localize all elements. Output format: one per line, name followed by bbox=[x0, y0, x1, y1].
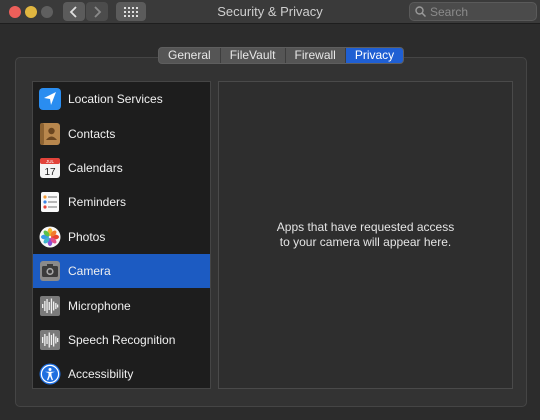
sidebar-item-label: Location Services bbox=[68, 92, 163, 107]
sidebar-item-accessibility[interactable]: Accessibility bbox=[33, 357, 210, 388]
calendar-icon-day: 17 bbox=[44, 167, 56, 178]
sidebar-item-label: Speech Recognition bbox=[68, 332, 176, 347]
sidebar-item-contacts[interactable]: Contacts bbox=[33, 116, 210, 150]
search-field[interactable]: Search bbox=[409, 2, 537, 21]
calendar-icon: JUL 17 bbox=[38, 156, 62, 180]
sidebar-item-location-services[interactable]: Location Services bbox=[33, 82, 210, 116]
sidebar-item-calendars[interactable]: JUL 17 Calendars bbox=[33, 151, 210, 185]
sidebar-item-label: Calendars bbox=[68, 160, 123, 175]
sidebar-item-microphone[interactable]: Microphone bbox=[33, 288, 210, 322]
photos-flower-icon bbox=[38, 225, 62, 249]
sidebar-item-label: Accessibility bbox=[68, 367, 134, 382]
privacy-category-list[interactable]: Location Services Contacts JUL 17 Calenda… bbox=[32, 81, 211, 389]
empty-state-message: Apps that have requested access to your … bbox=[219, 220, 512, 250]
camera-icon bbox=[38, 259, 62, 283]
empty-state-line-2: to your camera will appear here. bbox=[279, 235, 452, 249]
sidebar-item-label: Photos bbox=[68, 229, 106, 244]
tab-general[interactable]: General bbox=[159, 48, 221, 63]
reminders-list-icon bbox=[38, 190, 62, 214]
tab-bar: General FileVault Firewall Privacy bbox=[158, 47, 405, 64]
speech-waveform-icon bbox=[38, 328, 62, 352]
title-bar: Security & Privacy Search bbox=[0, 0, 540, 24]
sidebar-item-label: Reminders bbox=[68, 195, 127, 210]
app-access-panel: Apps that have requested access to your … bbox=[218, 81, 513, 389]
accessibility-person-icon bbox=[38, 362, 62, 386]
location-arrow-icon bbox=[38, 87, 62, 111]
sidebar-item-label: Microphone bbox=[68, 298, 131, 313]
sidebar-item-label: Camera bbox=[68, 264, 111, 279]
calendar-icon-month: JUL bbox=[46, 159, 54, 164]
contacts-book-icon bbox=[38, 122, 62, 146]
sidebar-item-speech-recognition[interactable]: Speech Recognition bbox=[33, 323, 210, 357]
tab-firewall[interactable]: Firewall bbox=[286, 48, 346, 63]
empty-state-line-1: Apps that have requested access bbox=[276, 220, 455, 234]
search-icon bbox=[415, 6, 426, 17]
search-placeholder: Search bbox=[430, 4, 469, 19]
sidebar-item-photos[interactable]: Photos bbox=[33, 220, 210, 254]
tab-filevault[interactable]: FileVault bbox=[221, 48, 286, 63]
sidebar-item-reminders[interactable]: Reminders bbox=[33, 185, 210, 219]
microphone-waveform-icon bbox=[38, 294, 62, 318]
sidebar-item-camera[interactable]: Camera bbox=[33, 253, 210, 289]
tab-privacy[interactable]: Privacy bbox=[345, 48, 404, 63]
sidebar-item-label: Contacts bbox=[68, 126, 116, 141]
